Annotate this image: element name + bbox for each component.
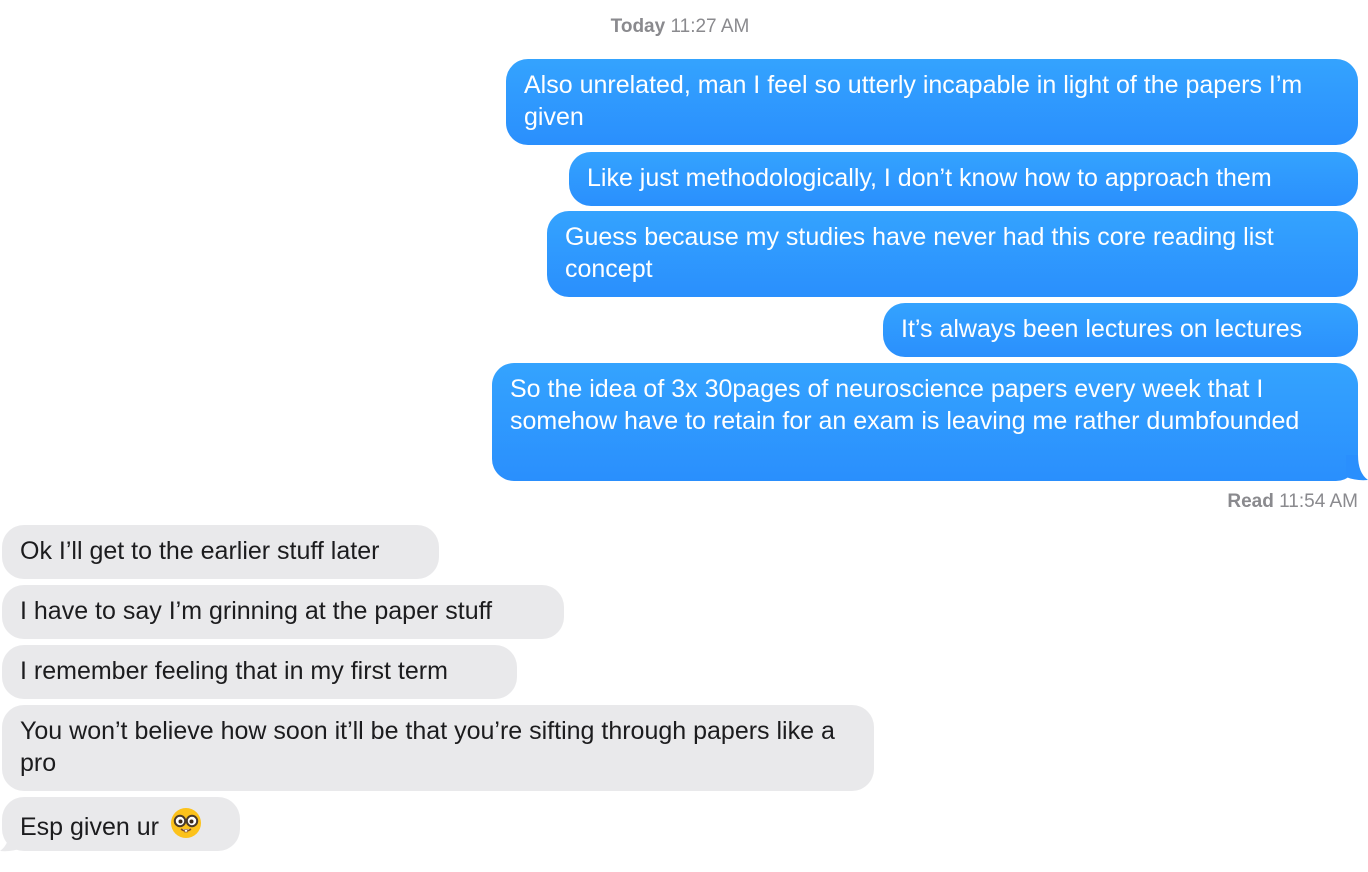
message-text: I have to say I’m grinning at the paper … [20,597,493,625]
message-text: You won’t believe how soon it’ll be that… [20,717,835,777]
message-text: Ok I’ll get to the earlier stuff later [20,537,380,565]
received-message-bubble[interactable]: You won’t believe how soon it’ll be that… [2,705,874,791]
sent-message-bubble[interactable]: Also unrelated, man I feel so utterly in… [506,59,1358,145]
message-text: So the idea of 3x 30pages of neuroscienc… [510,375,1300,435]
received-message-bubble[interactable]: Esp given ur [2,797,240,851]
received-message-bubble[interactable]: I have to say I’m grinning at the paper … [2,585,564,639]
message-text: It’s always been lectures on lectures [901,315,1303,343]
read-receipt-label: Read [1227,491,1274,512]
timestamp-time: 11:27 AM [670,16,750,37]
received-message-bubble[interactable]: Ok I’ll get to the earlier stuff later [2,525,439,579]
sent-bubble-tail [1346,455,1368,481]
conversation-timestamp: Today 11:27 AM [0,16,1360,38]
message-text: Like just methodologically, I don’t know… [587,164,1272,192]
sent-message-bubble[interactable]: So the idea of 3x 30pages of neuroscienc… [492,363,1358,481]
nerd-face-emoji-icon [170,808,201,838]
timestamp-day: Today [610,16,666,37]
read-receipt: Read 11:54 AM [1227,491,1358,513]
received-message-bubble[interactable]: I remember feeling that in my first term [2,645,517,699]
received-bubble-tail [0,826,22,852]
sent-message-bubble[interactable]: Guess because my studies have never had … [547,211,1358,297]
sent-message-bubble[interactable]: Like just methodologically, I don’t know… [569,152,1358,206]
message-text: Guess because my studies have never had … [565,223,1274,283]
message-text: Also unrelated, man I feel so utterly in… [524,71,1303,131]
read-receipt-time: 11:54 AM [1279,491,1358,512]
message-text: I remember feeling that in my first term [20,657,448,685]
message-text: Esp given ur [20,813,159,841]
sent-message-bubble[interactable]: It’s always been lectures on lectures [883,303,1358,357]
